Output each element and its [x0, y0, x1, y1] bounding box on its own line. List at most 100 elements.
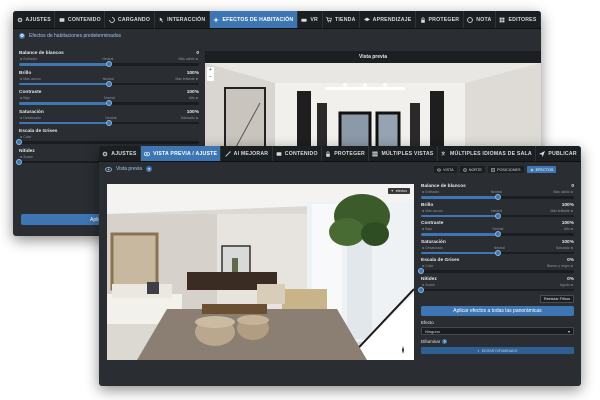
- slider-track[interactable]: [421, 249, 574, 256]
- slider-min-label: ◄ Bajo: [19, 96, 31, 100]
- section-header-title: Efectos de habitaciones predeterminados: [29, 33, 122, 39]
- slider-title-row: Nitidez 0%: [421, 277, 574, 282]
- tab-proteger[interactable]: PROTEGER: [416, 11, 464, 28]
- slider-fill: [421, 196, 498, 199]
- tab-tienda[interactable]: TIENDA: [323, 11, 361, 28]
- slider-group: Balance de blancos 0 ◄ Enfriador Neutral Más…: [19, 51, 199, 68]
- edit-blur-button[interactable]: ◐ EDITAR DIFUMINADO: [421, 347, 574, 354]
- tab-publicar[interactable]: PUBLICAR: [536, 146, 581, 161]
- tab-editores[interactable]: EDITORES: [496, 11, 541, 28]
- tab-cargando[interactable]: CARGANDO: [105, 11, 155, 28]
- tab-contenido[interactable]: CONTENIDO: [55, 11, 106, 28]
- apply-all-panoramas-button[interactable]: Aplicar efectos a todas las panorámicas: [421, 306, 574, 316]
- slider-track[interactable]: [421, 194, 574, 201]
- cart-icon: [326, 16, 332, 22]
- tab-múltiples-vistas[interactable]: MÚLTIPLES VISTAS: [369, 146, 438, 161]
- slider-thumb[interactable]: [106, 61, 112, 68]
- slider-title-row: Saturación 100%: [421, 240, 574, 245]
- zoom-in-button[interactable]: +: [207, 67, 214, 74]
- zoom-out-button[interactable]: −: [207, 74, 214, 81]
- slider-thumb[interactable]: [16, 139, 22, 146]
- info-icon[interactable]: ?: [146, 166, 153, 172]
- slider-min-label: ◄ Suave: [421, 282, 435, 287]
- slider-title-row: Balance de blancos 0: [421, 184, 574, 189]
- tab-aprendizaje[interactable]: APRENDIZAJE: [360, 11, 416, 28]
- slider-track[interactable]: [19, 119, 199, 126]
- slider-track[interactable]: [421, 231, 574, 238]
- subtab-posiciones[interactable]: POSICIONES: [487, 166, 524, 173]
- interaction-icon: [159, 17, 163, 22]
- slider-track[interactable]: [16, 139, 199, 146]
- tab-ajustes[interactable]: AJUSTES: [13, 11, 56, 28]
- tab-contenido[interactable]: CONTENIDO: [273, 146, 322, 161]
- content-icon: [276, 151, 282, 156]
- slider-title-row: Balance de blancos 0: [19, 51, 199, 56]
- image-effects-badge[interactable]: ✦ efectos: [387, 188, 410, 194]
- living-room-image[interactable]: [107, 184, 414, 360]
- slider-track[interactable]: [19, 80, 199, 87]
- slider-thumb[interactable]: [418, 286, 424, 293]
- slider-max-label: Más cálido ►: [553, 190, 574, 194]
- slider-max-label: Saturado ►: [555, 245, 574, 250]
- tab-múltiples-idiomas-de-sala[interactable]: MÚLTIPLES IDIOMAS DE SALA: [438, 146, 537, 161]
- subtab-vista[interactable]: VISTA: [434, 166, 457, 173]
- tab-interacción[interactable]: INTERACCIÓN: [155, 11, 210, 28]
- slider-thumb[interactable]: [494, 212, 501, 219]
- slider-thumb[interactable]: [494, 249, 501, 256]
- zoom-controls: + −: [207, 67, 214, 81]
- slider-thumb[interactable]: [16, 158, 22, 165]
- slider-thumb[interactable]: [106, 100, 112, 107]
- living-room-panorama[interactable]: ✦ efectos: [107, 184, 414, 360]
- tab-label: NOTA: [476, 16, 492, 23]
- slider-track[interactable]: [421, 212, 574, 219]
- edit-blur-button-label: EDITAR DIFUMINADO: [481, 348, 518, 353]
- tab-ai-mejorar[interactable]: AI MEJORAR: [221, 146, 273, 161]
- tab-proteger[interactable]: PROTEGER: [322, 146, 370, 161]
- slider-value: 0%: [567, 276, 574, 282]
- slider-value: 100%: [561, 221, 574, 226]
- settings-window-front: AJUSTES VISTA PREVIA / AJUSTE AI MEJORAR CO…: [99, 146, 581, 386]
- slider-min-label: ◄ Suave: [19, 154, 33, 159]
- tab-efectos-de-habitación[interactable]: EFECTOS DE HABITACIÓN: [209, 11, 298, 28]
- tab-vr[interactable]: VR: [298, 11, 323, 28]
- reset-filters-button[interactable]: Reiniciar Filtros: [539, 295, 574, 303]
- tab-vista-previa-ajuste[interactable]: VISTA PREVIA / AJUSTE: [140, 146, 222, 161]
- tab-ajustes[interactable]: AJUSTES: [99, 146, 141, 161]
- subtab-norte[interactable]: NORTE: [459, 166, 485, 173]
- slider-title-row: Saturación 100%: [19, 110, 199, 115]
- slider-group: Escala de Grises ◄ Color: [16, 129, 199, 146]
- eye-icon: [144, 151, 151, 156]
- slider-track[interactable]: [418, 286, 574, 293]
- gear-icon: [17, 17, 22, 22]
- slider-title-row: Escala de Grises 0%: [421, 258, 574, 263]
- slider-track[interactable]: [418, 268, 574, 275]
- tab-label: APRENDIZAJE: [372, 16, 412, 23]
- slider-min-label: ◄ Color: [421, 264, 434, 268]
- blur-icon: ◐: [477, 348, 480, 353]
- slider-label: Saturación: [421, 239, 446, 245]
- language-icon: [441, 151, 445, 155]
- slider-thumb[interactable]: [418, 268, 424, 275]
- learning-icon: [363, 17, 370, 21]
- slider-track[interactable]: [19, 61, 199, 68]
- slider-thumb[interactable]: [106, 119, 112, 126]
- slider-group: Escala de Grises 0% ◄ Color Blanco y negro …: [418, 258, 574, 275]
- slider-value: 0%: [567, 258, 574, 263]
- subtab-efectos[interactable]: EFECTOS: [526, 166, 557, 173]
- slider-max-label: Más cálido ►: [178, 57, 199, 61]
- slider-value: 0: [571, 184, 574, 189]
- slider-scale-row: ◄ Suave Agudo ►: [421, 283, 574, 287]
- note-icon: [467, 16, 474, 23]
- blur-label-row: Difuminar ?: [421, 339, 574, 344]
- effects-panel: Balance de blancos 0 ◄ Enfriador Neutral Más…: [418, 184, 574, 354]
- tab-nota[interactable]: NOTA: [464, 11, 496, 28]
- slider-thumb[interactable]: [494, 231, 501, 238]
- compass-icon[interactable]: [397, 344, 408, 355]
- effect-select[interactable]: Ninguno ▾: [421, 327, 574, 335]
- slider-track[interactable]: [19, 100, 199, 107]
- slider-thumb[interactable]: [494, 194, 501, 201]
- slider-group: Contraste 100% ◄ Bajo Normal Alto ►: [19, 90, 199, 107]
- slider-max-label: Saturado ►: [180, 115, 199, 120]
- slider-thumb[interactable]: [106, 80, 112, 87]
- blur-info-icon[interactable]: ?: [442, 339, 448, 344]
